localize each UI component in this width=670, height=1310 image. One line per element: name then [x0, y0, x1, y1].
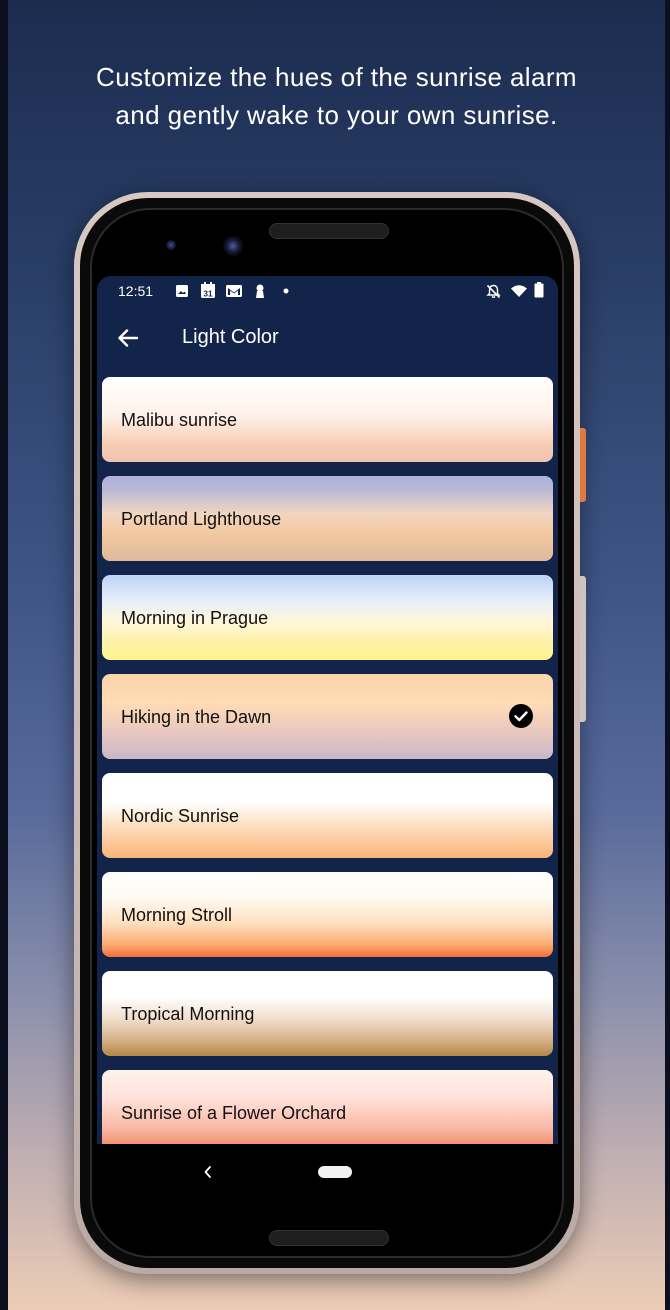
light-color-item[interactable]: Malibu sunrise — [102, 377, 553, 462]
light-color-item[interactable]: Tropical Morning — [102, 971, 553, 1056]
light-color-label: Morning Stroll — [121, 905, 233, 925]
light-color-item[interactable]: Nordic Sunrise — [102, 773, 553, 858]
app-bar: Light Color — [97, 312, 558, 362]
light-color-item[interactable]: Morning in Prague — [102, 575, 553, 660]
status-time: 12:51 — [118, 283, 154, 299]
bell-off-icon — [486, 284, 501, 299]
light-color-label: Hiking in the Dawn — [121, 707, 272, 727]
app-screen: 12:51 31 Light Color Malibu sunrise Port… — [97, 276, 558, 1144]
nav-back-chevron-icon[interactable] — [201, 1164, 215, 1180]
light-color-item[interactable]: Morning Stroll — [102, 872, 553, 957]
image-icon — [176, 285, 188, 297]
earpiece-speaker — [269, 223, 389, 239]
light-color-label: Nordic Sunrise — [121, 806, 240, 826]
light-color-item[interactable]: Sunrise of a Flower Orchard — [102, 1070, 553, 1144]
gmail-icon — [226, 285, 242, 297]
light-color-item[interactable]: Portland Lighthouse — [102, 476, 553, 561]
bottom-speaker — [269, 1230, 389, 1246]
sensor-icon — [166, 240, 176, 250]
power-button — [580, 428, 586, 502]
light-color-label: Sunrise of a Flower Orchard — [121, 1103, 347, 1123]
light-color-item-selected[interactable]: Hiking in the Dawn — [102, 674, 553, 759]
status-bar: 12:51 31 — [97, 276, 558, 306]
page-title: Light Color — [182, 326, 279, 348]
battery-icon — [534, 282, 544, 298]
promo-headline: Customize the hues of the sunrise alarm … — [8, 58, 665, 134]
wifi-icon — [511, 285, 527, 297]
light-color-label: Malibu sunrise — [121, 410, 238, 430]
headline-line-1: Customize the hues of the sunrise alarm — [96, 62, 577, 92]
check-circle-icon — [509, 704, 533, 728]
system-nav-bar — [97, 1144, 558, 1200]
lock-icon — [256, 284, 264, 298]
front-camera-icon — [223, 236, 243, 256]
volume-button — [580, 576, 586, 722]
nav-home-pill-icon[interactable] — [318, 1166, 352, 1178]
light-color-label: Portland Lighthouse — [121, 509, 282, 529]
headline-line-2: and gently wake to your own sunrise. — [115, 100, 558, 130]
arrow-back-icon[interactable] — [115, 325, 141, 351]
light-color-label: Morning in Prague — [121, 608, 269, 628]
calendar-day: 31 — [204, 290, 213, 299]
light-color-label: Tropical Morning — [121, 1004, 255, 1024]
calendar-icon: 31 — [201, 282, 215, 299]
dot-icon — [283, 288, 289, 294]
